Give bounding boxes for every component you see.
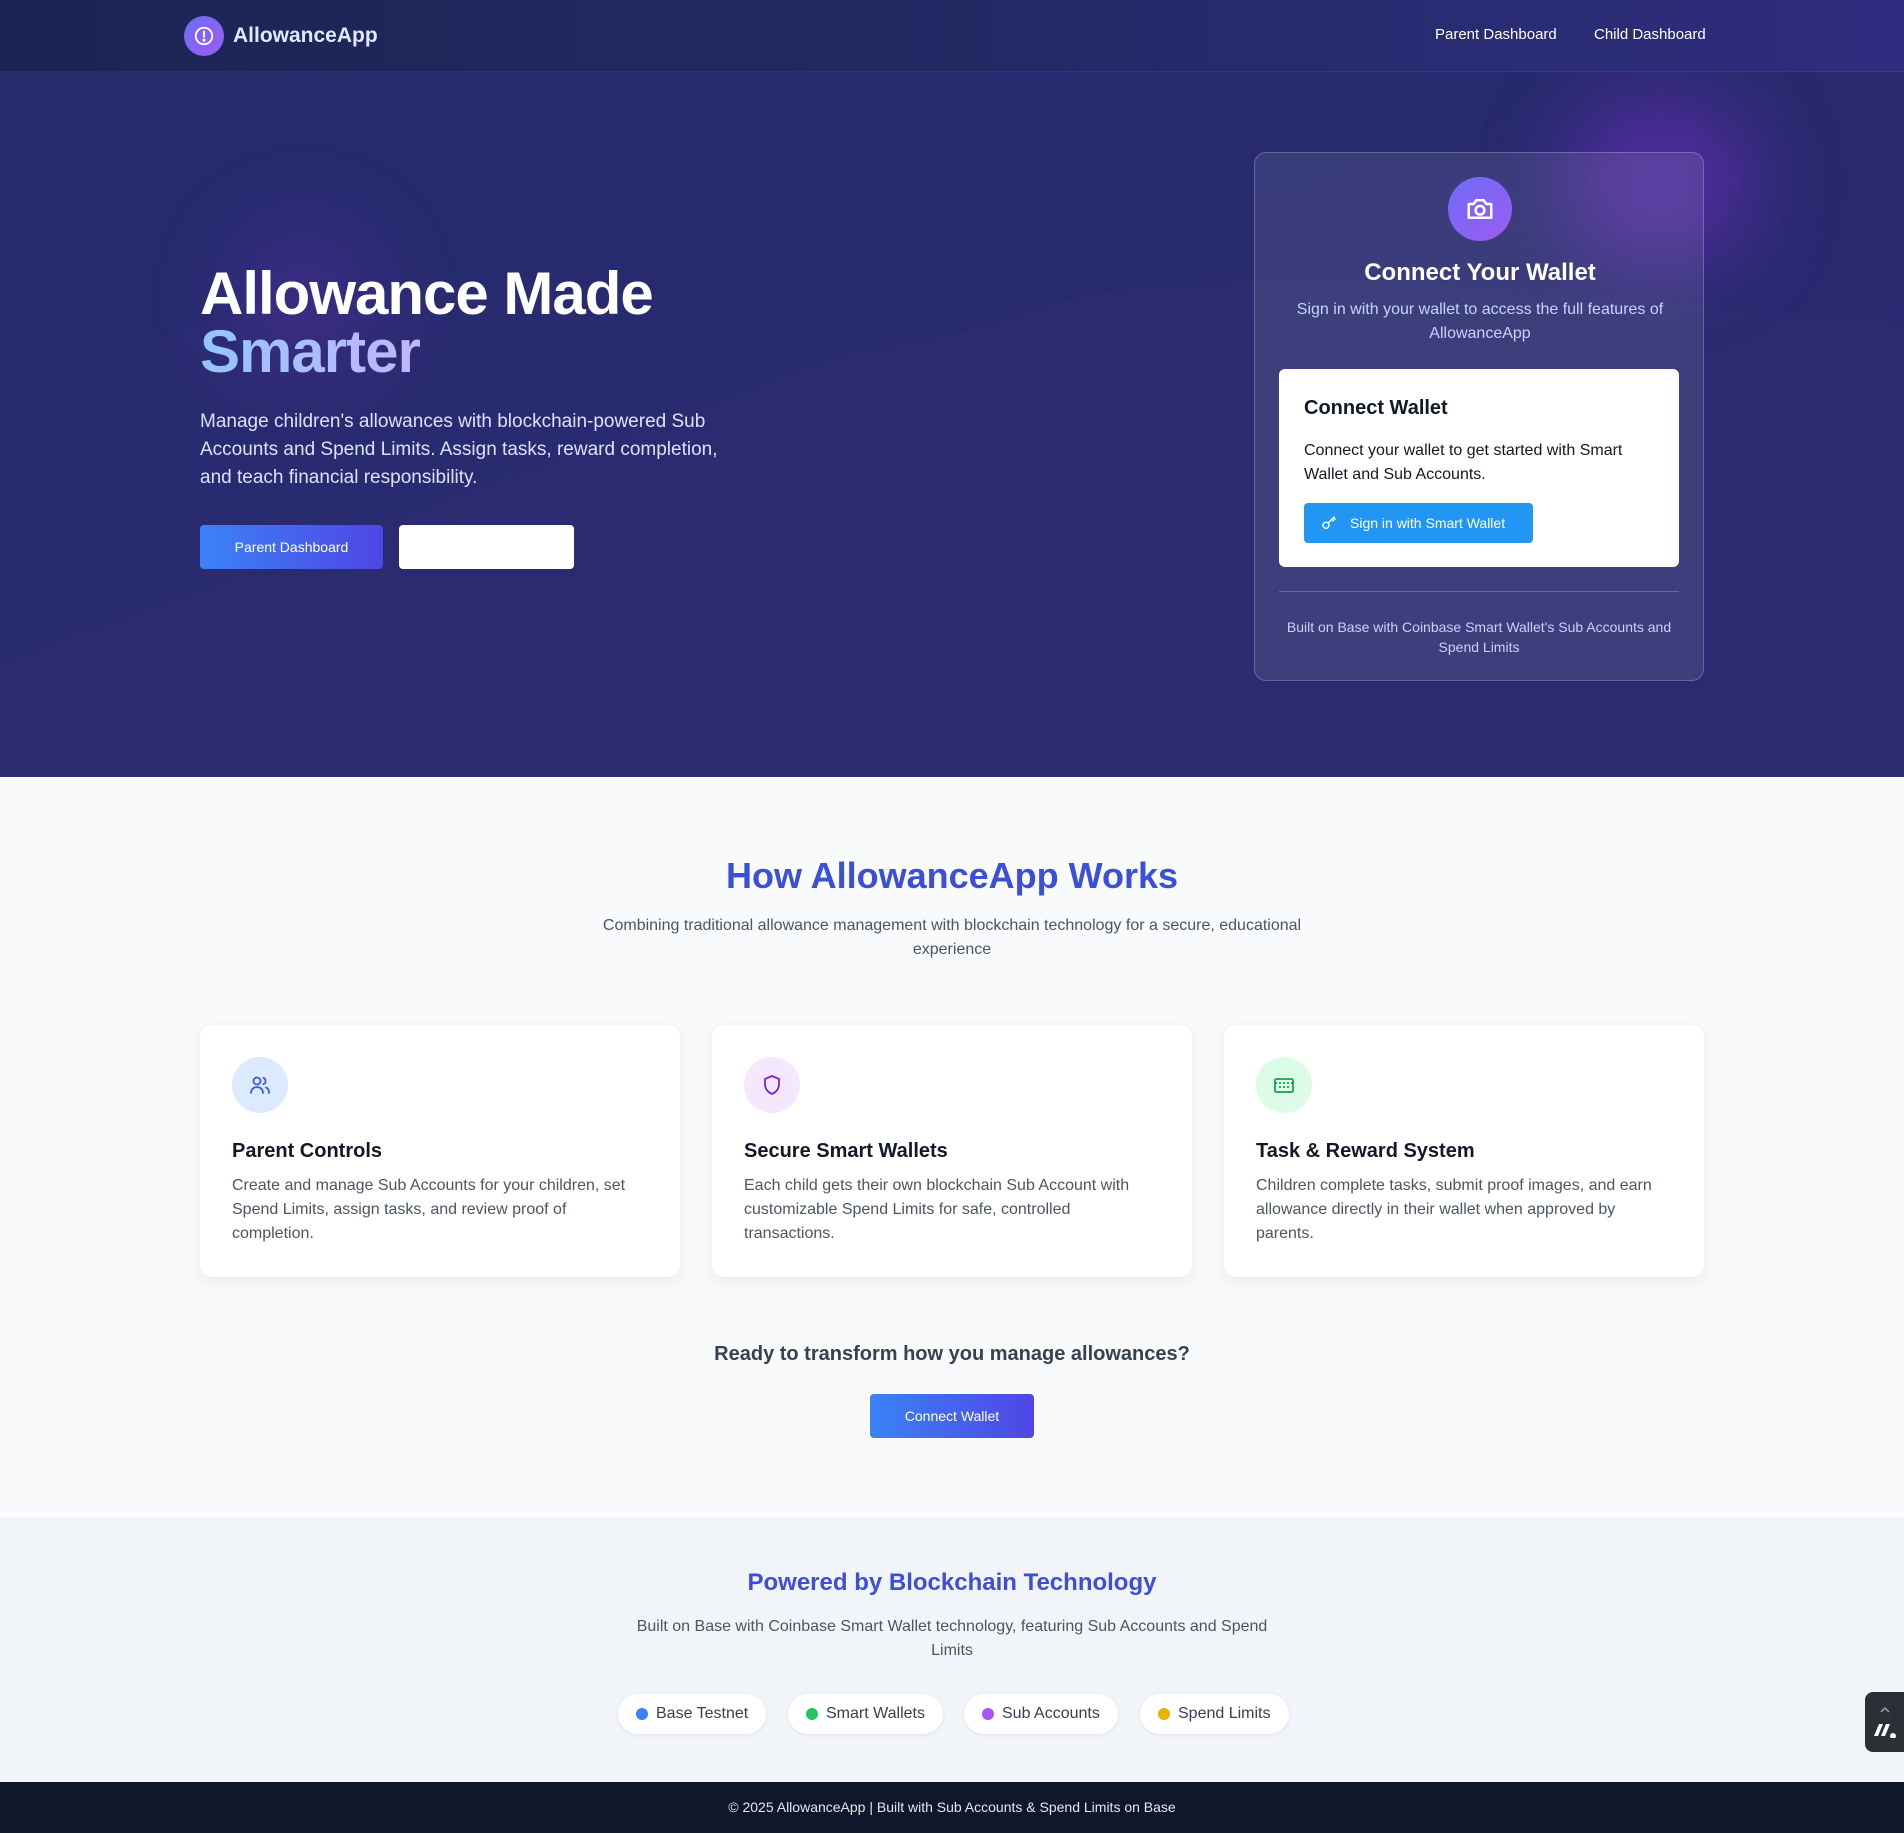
status-dot-icon: [982, 1708, 994, 1720]
feature-title: Secure Smart Wallets: [744, 1140, 948, 1162]
status-dot-icon: [636, 1708, 648, 1720]
brand-name: AllowanceApp: [233, 24, 378, 47]
feature-description: Each child gets their own blockchain Sub…: [744, 1177, 1130, 1242]
connect-wallet-button[interactable]: Connect Wallet: [870, 1394, 1034, 1438]
floating-widget[interactable]: [1865, 1692, 1904, 1752]
hero-title: Allowance Made: [200, 260, 654, 327]
wallet-card-footer: Built on Base with Coinbase Smart Wallet…: [1286, 619, 1672, 655]
footer: © 2025 AllowanceApp | Built with Sub Acc…: [0, 1782, 1904, 1833]
feature-title: Task & Reward System: [1256, 1140, 1475, 1162]
powered-section: Powered by Blockchain Technology Built o…: [0, 1517, 1904, 1782]
feature-description: Children complete tasks, submit proof im…: [1256, 1177, 1652, 1242]
users-icon: [232, 1057, 288, 1113]
top-navbar: AllowanceApp Parent Dashboard Child Dash…: [0, 0, 1904, 72]
divider: [1279, 591, 1679, 592]
feature-card-parent-controls: Parent Controls Create and manage Sub Ac…: [200, 1025, 680, 1277]
secondary-hero-button[interactable]: [399, 525, 574, 569]
tech-pill-sub-accounts: Sub Accounts: [964, 1694, 1118, 1734]
sign-in-button-label: Sign in with Smart Wallet: [1350, 515, 1506, 531]
feature-title: Parent Controls: [232, 1140, 383, 1162]
cta-text: Ready to transform how you manage allowa…: [714, 1343, 1190, 1365]
nav-link-parent-dashboard[interactable]: Parent Dashboard: [1435, 26, 1557, 43]
tech-pill-spend-limits: Spend Limits: [1140, 1694, 1289, 1734]
pill-label: Base Testnet: [656, 1705, 749, 1722]
shield-icon: [744, 1057, 800, 1113]
feature-card-task-reward-system: Task & Reward System Children complete t…: [1224, 1025, 1704, 1277]
nav-link-child-dashboard[interactable]: Child Dashboard: [1594, 26, 1706, 43]
logo-icon: [184, 16, 224, 56]
powered-subtitle: Built on Base with Coinbase Smart Wallet…: [636, 1618, 1268, 1659]
connect-wallet-title: Connect Wallet: [1304, 397, 1448, 419]
hero-description: Manage children's allowances with blockc…: [200, 411, 718, 488]
key-icon: [1322, 516, 1336, 529]
how-it-works-subtitle: Combining traditional allowance manageme…: [602, 917, 1302, 958]
pill-label: Sub Accounts: [1002, 1705, 1100, 1722]
connect-wallet-card: Connect Your Wallet Sign in with your wa…: [1254, 152, 1704, 681]
wallet-icon: [1256, 1057, 1312, 1113]
powered-title: Powered by Blockchain Technology: [747, 1569, 1157, 1596]
chevron-up-icon: [1879, 1706, 1890, 1713]
how-it-works-title: How AllowanceApp Works: [725, 855, 1179, 896]
tech-pill-smart-wallets: Smart Wallets: [788, 1694, 943, 1734]
status-dot-icon: [806, 1708, 818, 1720]
wallet-card-title: Connect Your Wallet: [1364, 259, 1596, 286]
feature-description: Create and manage Sub Accounts for your …: [232, 1177, 626, 1242]
hero-section: Allowance Made Smarter Manage children's…: [0, 72, 1904, 777]
logo-mark-icon: [1873, 1724, 1896, 1738]
pill-label: Spend Limits: [1178, 1705, 1271, 1722]
wallet-card-subtitle: Sign in with your wallet to access the f…: [1296, 301, 1664, 342]
pill-label: Smart Wallets: [826, 1705, 925, 1722]
tech-pill-base-testnet: Base Testnet: [618, 1694, 767, 1734]
status-dot-icon: [1158, 1708, 1170, 1720]
hero-title-highlight: Smarter: [200, 318, 421, 385]
footer-text: © 2025 AllowanceApp | Built with Sub Acc…: [728, 1799, 1176, 1815]
connect-wallet-description: Connect your wallet to get started with …: [1304, 442, 1623, 483]
brand[interactable]: AllowanceApp: [184, 16, 378, 56]
feature-card-secure-smart-wallets: Secure Smart Wallets Each child gets the…: [712, 1025, 1192, 1277]
sign-in-smart-wallet-button[interactable]: Sign in with Smart Wallet: [1304, 503, 1533, 543]
connect-wallet-panel: Connect Wallet Connect your wallet to ge…: [1279, 369, 1679, 567]
camera-icon: [1448, 177, 1512, 241]
parent-dashboard-button[interactable]: Parent Dashboard: [200, 525, 383, 569]
